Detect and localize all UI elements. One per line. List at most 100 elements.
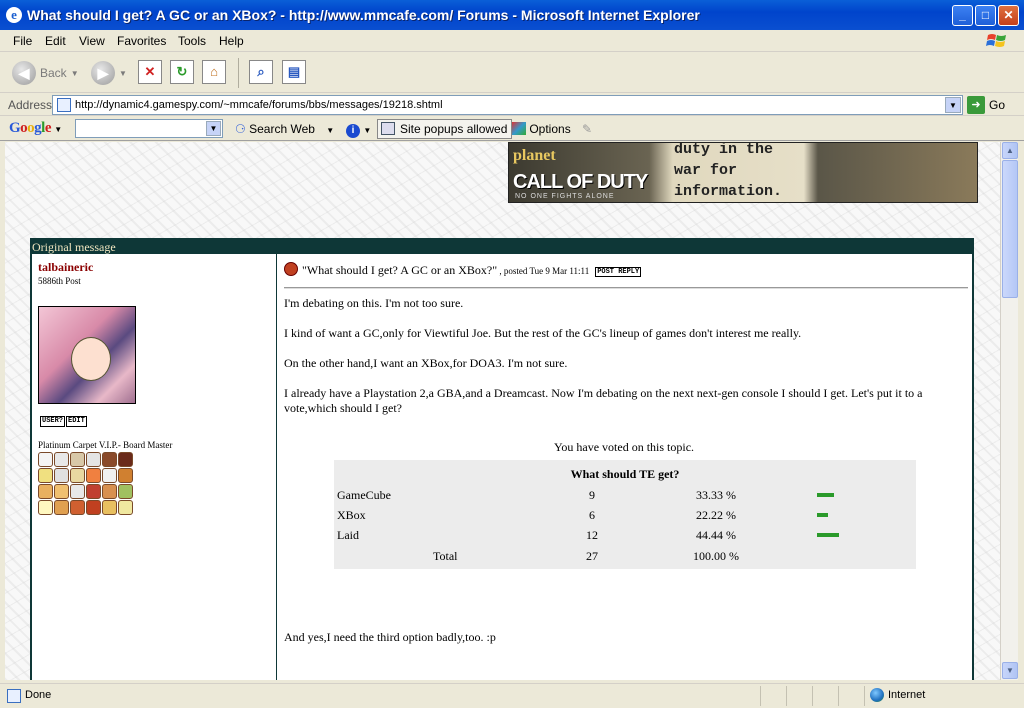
- teapot-icon: [118, 452, 133, 467]
- back-label: Back: [40, 66, 67, 80]
- call-of-duty-banner-ad[interactable]: planet CALL OF DUTY NO ONE FIGHTS ALONE …: [508, 142, 978, 203]
- home-icon[interactable]: ⌂: [202, 60, 226, 84]
- window-title: What should I get? A GC or an XBox? - ht…: [27, 7, 700, 23]
- croissant-icon: [54, 484, 69, 499]
- menu-favorites[interactable]: Favorites: [117, 34, 166, 48]
- media-icon[interactable]: ▤: [282, 60, 306, 84]
- poll-option-label: GameCube: [337, 488, 391, 502]
- poll-option-votes: 9: [589, 488, 595, 502]
- status-cell: [760, 686, 761, 706]
- stop-icon[interactable]: ✕: [138, 60, 162, 84]
- banner-logo-text: CALL OF DUTY: [513, 171, 648, 193]
- address-bar: Address http://dynamic4.gamespy.com/~mmc…: [0, 94, 1024, 116]
- scroll-thumb[interactable]: [1002, 160, 1018, 298]
- popup-blocker-button[interactable]: Site popups allowed: [377, 119, 513, 139]
- menu-view[interactable]: View: [79, 34, 105, 48]
- forward-button[interactable]: ▶ ▼: [91, 60, 127, 86]
- post-date: , posted Tue 9 Mar 11:11: [497, 266, 590, 276]
- refresh-icon[interactable]: ↻: [170, 60, 194, 84]
- poll-total-label: Total: [433, 549, 458, 563]
- post-subject: "What should I get? A GC or an XBox?": [302, 263, 498, 277]
- post-count: 5886th Post: [38, 276, 81, 286]
- post-body: "What should I get? A GC or an XBox?" , …: [282, 254, 972, 680]
- address-field[interactable]: http://dynamic4.gamespy.com/~mmcafe/foru…: [52, 95, 963, 115]
- search-icon[interactable]: ⌕: [249, 60, 273, 84]
- mug-icon: [70, 452, 85, 467]
- menu-file[interactable]: File: [13, 34, 32, 48]
- poll-table: What should TE get? GameCube 9 33.33 % X…: [334, 460, 916, 569]
- menu-help[interactable]: Help: [219, 34, 244, 48]
- go-button[interactable]: ➜ Go: [967, 95, 1005, 115]
- back-button[interactable]: ◀ Back ▼: [12, 60, 79, 86]
- badge-row-3: [38, 484, 133, 499]
- donut-icon: [102, 484, 117, 499]
- pageinfo-button[interactable]: i ▼: [346, 122, 371, 138]
- poll-option-percent: 44.44 %: [696, 528, 736, 542]
- maximize-button[interactable]: □: [975, 5, 996, 26]
- windows-logo-icon: [986, 34, 1006, 47]
- sausage-icon: [86, 500, 101, 515]
- user-title: Platinum Carpet V.I.P.- Board Master: [38, 440, 173, 450]
- sandwich-icon: [102, 500, 117, 515]
- teacup-icon: [54, 452, 69, 467]
- message-frame: talbaineric 5886th Post USER? EDIT Plati…: [30, 254, 974, 680]
- status-cell: [812, 686, 813, 706]
- poll-total-votes: 27: [586, 549, 598, 563]
- page-icon: [57, 98, 71, 112]
- address-url: http://dynamic4.gamespy.com/~mmcafe/foru…: [75, 99, 443, 111]
- pudding-icon: [102, 468, 117, 483]
- highlighter-icon[interactable]: ✎: [582, 122, 592, 136]
- poll-option-bar: [817, 493, 834, 497]
- search-web-label: Search Web: [249, 122, 315, 136]
- author-panel: talbaineric 5886th Post USER? EDIT Plati…: [32, 254, 277, 680]
- post-paragraph: On the other hand,I want an XBox,for DOA…: [284, 356, 568, 370]
- options-label: Options: [529, 122, 571, 136]
- info-dropdown-icon: ▼: [363, 126, 372, 135]
- google-logo[interactable]: Google ▼: [9, 120, 62, 137]
- menu-edit[interactable]: Edit: [45, 34, 66, 48]
- go-arrow-icon: ➜: [967, 96, 985, 114]
- minimize-button[interactable]: _: [952, 5, 973, 26]
- google-menu-arrow-icon: ▼: [54, 125, 62, 134]
- post-reply-button[interactable]: POST REPLY: [595, 267, 642, 277]
- badge-row-1: [38, 452, 133, 467]
- post-footer-text: And yes,I need the third option badly,to…: [284, 630, 496, 644]
- hotdog-icon: [70, 500, 85, 515]
- scroll-down-icon[interactable]: ▼: [1002, 662, 1018, 679]
- toolbar-separator: [238, 58, 239, 88]
- cup-icon: [86, 452, 101, 467]
- back-icon: ◀: [12, 61, 36, 85]
- address-dropdown-icon[interactable]: ▼: [945, 97, 961, 113]
- post-divider: [284, 287, 968, 289]
- edit-button[interactable]: EDIT: [66, 416, 87, 427]
- poll-option-votes: 12: [586, 528, 598, 542]
- google-search-dropdown-icon[interactable]: ▼: [206, 121, 221, 136]
- vertical-scrollbar[interactable]: ▲ ▼: [1000, 142, 1018, 680]
- poll-row: XBox 6 22.22 %: [334, 508, 916, 526]
- google-search-input[interactable]: ▼: [75, 119, 223, 138]
- poll-title: What should TE get?: [570, 467, 680, 481]
- scroll-up-icon[interactable]: ▲: [1002, 142, 1018, 159]
- menu-tools[interactable]: Tools: [178, 34, 206, 48]
- toast-icon: [118, 500, 133, 515]
- poll-option-label: Laid: [337, 528, 359, 542]
- poll-option-votes: 6: [589, 508, 595, 522]
- banner-text: duty in the war for information.: [674, 142, 783, 200]
- forward-dropdown-icon: ▼: [119, 68, 127, 78]
- cake-icon: [102, 452, 117, 467]
- search-web-button[interactable]: ⚆ Search Web ▼: [235, 122, 334, 136]
- poll-total-percent: 100.00 %: [693, 549, 739, 563]
- options-button[interactable]: Options: [512, 122, 571, 136]
- post-paragraph: I'm debating on this. I'm not too sure.: [284, 296, 464, 310]
- badge-row-4: [38, 500, 133, 515]
- info-icon: i: [346, 124, 360, 138]
- user-info-button[interactable]: USER?: [40, 416, 66, 427]
- back-dropdown-icon: ▼: [70, 68, 79, 78]
- banner-planet-text: planet: [513, 147, 556, 164]
- close-button[interactable]: ✕: [998, 5, 1019, 26]
- author-name[interactable]: talbaineric: [38, 260, 93, 275]
- poll-row: GameCube 9 33.33 %: [334, 488, 916, 506]
- voted-note: You have voted on this topic.: [553, 440, 695, 454]
- status-cell: [786, 686, 787, 706]
- pizza-icon: [54, 500, 69, 515]
